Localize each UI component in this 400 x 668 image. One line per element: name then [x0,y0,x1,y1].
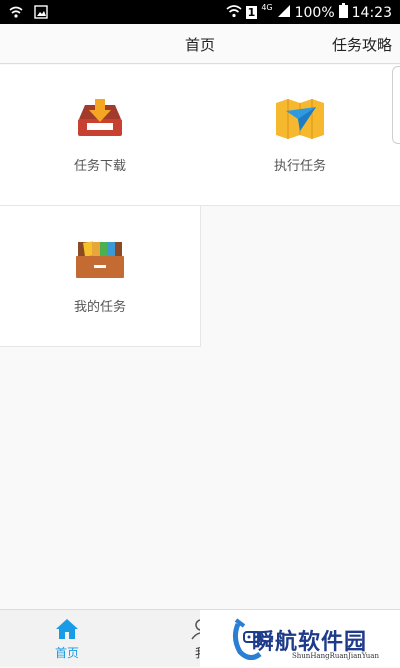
task-guide-link[interactable]: 任务攻略 [332,34,392,55]
battery-percent: 100% [294,4,335,21]
wifi-icon [226,4,242,22]
drawer-icon [74,238,126,280]
my-task-cell[interactable]: 我的任务 [0,206,201,347]
my-task-label: 我的任务 [73,300,126,315]
status-bar: 1 4G 100% 14:23 [0,0,400,24]
download-task-label: 任务下载 [73,159,126,174]
map-navigation-icon [274,97,326,139]
execute-task-cell[interactable]: 执行任务 [200,65,400,206]
side-panel-handle[interactable] [392,66,400,144]
battery-icon [338,3,348,22]
home-icon [55,618,79,644]
function-grid: 任务下载 执行任务 我的任务 [0,65,400,347]
signal-icon [277,4,291,22]
nav-bar: 首页 任务攻略 [0,24,400,64]
network-type: 4G [261,3,273,12]
clock: 14:23 [351,4,392,21]
wifi-calling-icon [8,4,24,23]
execute-task-label: 执行任务 [273,159,326,174]
tab-home-label: 首页 [54,646,79,660]
tab-home[interactable]: 首页 [0,610,134,668]
gallery-icon [34,4,48,23]
watermark: 瞬航软件园 ShunHangRuanJianYuan [200,610,400,667]
watermark-subtitle: ShunHangRuanJianYuan [292,652,379,660]
download-task-cell[interactable]: 任务下载 [0,65,201,206]
sim-indicator: 1 [245,6,258,19]
download-tray-icon [75,97,125,139]
